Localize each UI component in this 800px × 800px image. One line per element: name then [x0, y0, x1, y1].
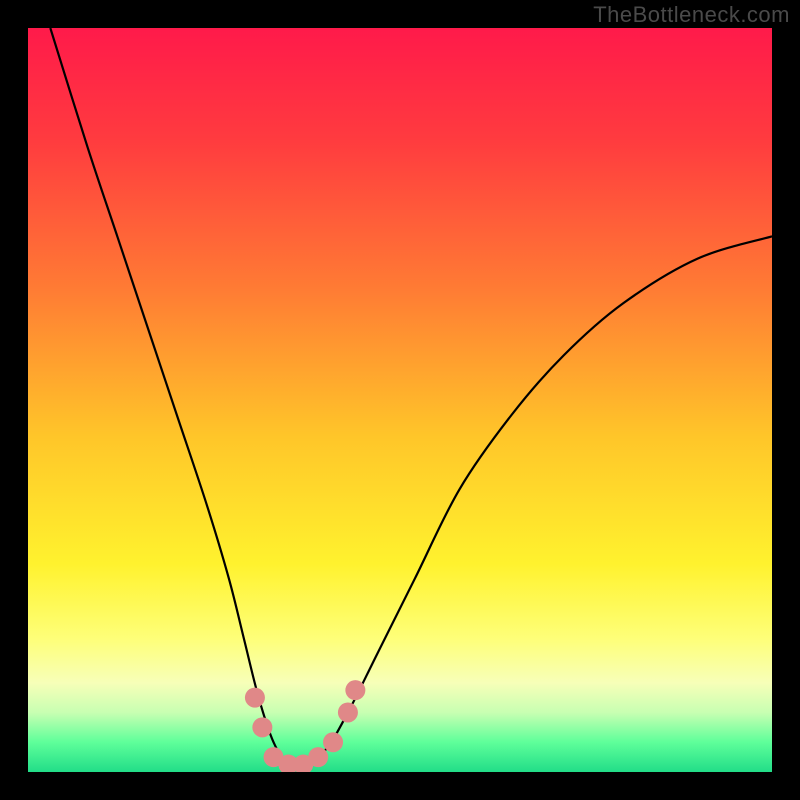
data-marker — [252, 717, 272, 737]
watermark-text: TheBottleneck.com — [593, 2, 790, 28]
data-marker — [338, 702, 358, 722]
bottleneck-curve — [28, 28, 772, 772]
data-marker — [308, 747, 328, 767]
data-marker — [245, 688, 265, 708]
chart-frame: TheBottleneck.com — [0, 0, 800, 800]
plot-area — [28, 28, 772, 772]
data-marker — [323, 732, 343, 752]
data-marker — [345, 680, 365, 700]
